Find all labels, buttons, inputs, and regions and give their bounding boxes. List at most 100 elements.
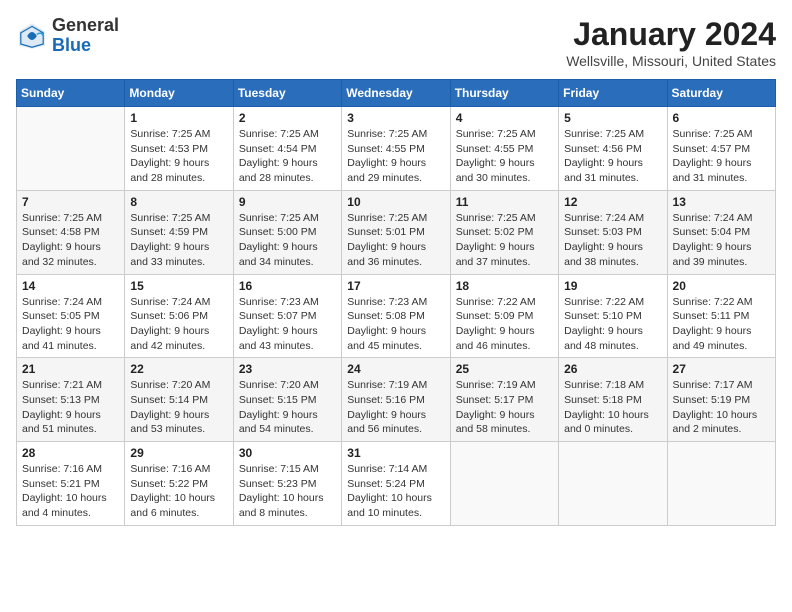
day-number: 11 [456, 195, 553, 209]
day-info: Sunrise: 7:20 AMSunset: 5:14 PMDaylight:… [130, 378, 227, 437]
calendar-cell: 31Sunrise: 7:14 AMSunset: 5:24 PMDayligh… [342, 442, 450, 526]
day-number: 12 [564, 195, 661, 209]
day-info: Sunrise: 7:24 AMSunset: 5:03 PMDaylight:… [564, 211, 661, 270]
calendar-cell: 15 Sunrise: 7:24 AMSunset: 5:06 PMDayligh… [125, 274, 233, 358]
calendar-cell: 22 Sunrise: 7:20 AMSunset: 5:14 PMDayligh… [125, 358, 233, 442]
day-info: Sunrise: 7:17 AMSunset: 5:19 PMDaylight:… [673, 378, 770, 437]
calendar-cell [450, 442, 558, 526]
calendar-cell: 25 Sunrise: 7:19 AMSunset: 5:17 PMDayligh… [450, 358, 558, 442]
header-tuesday: Tuesday [233, 80, 341, 107]
day-number: 29 [130, 446, 227, 460]
week-row-3: 14 Sunrise: 7:24 AMSunset: 5:05 PMDayligh… [17, 274, 776, 358]
day-info: Sunrise: 7:25 AMSunset: 4:54 PMDaylight:… [239, 127, 336, 186]
calendar-cell [667, 442, 775, 526]
day-number: 10 [347, 195, 444, 209]
calendar-cell: 19 Sunrise: 7:22 AMSunset: 5:10 PMDayligh… [559, 274, 667, 358]
logo-icon [16, 20, 48, 52]
day-number: 27 [673, 362, 770, 376]
logo: General Blue [16, 16, 119, 56]
calendar-cell: 1Sunrise: 7:25 AMSunset: 4:53 PMDaylight… [125, 107, 233, 191]
title-block: January 2024 Wellsville, Missouri, Unite… [566, 16, 776, 69]
day-number: 6 [673, 111, 770, 125]
day-info: Sunrise: 7:25 AMSunset: 5:00 PMDaylight:… [239, 211, 336, 270]
day-info: Sunrise: 7:25 AMSunset: 4:55 PMDaylight:… [456, 127, 553, 186]
week-row-1: 1Sunrise: 7:25 AMSunset: 4:53 PMDaylight… [17, 107, 776, 191]
calendar-cell: 28 Sunrise: 7:16 AMSunset: 5:21 PMDayligh… [17, 442, 125, 526]
calendar-cell: 27 Sunrise: 7:17 AMSunset: 5:19 PMDayligh… [667, 358, 775, 442]
calendar-cell: 10 Sunrise: 7:25 AMSunset: 5:01 PMDayligh… [342, 190, 450, 274]
day-number: 9 [239, 195, 336, 209]
calendar-cell: 26Sunrise: 7:18 AMSunset: 5:18 PMDayligh… [559, 358, 667, 442]
day-info: Sunrise: 7:22 AMSunset: 5:10 PMDaylight:… [564, 295, 661, 354]
day-info: Sunrise: 7:19 AMSunset: 5:17 PMDaylight:… [456, 378, 553, 437]
calendar-cell: 11 Sunrise: 7:25 AMSunset: 5:02 PMDayligh… [450, 190, 558, 274]
day-number: 30 [239, 446, 336, 460]
day-info: Sunrise: 7:23 AMSunset: 5:08 PMDaylight:… [347, 295, 444, 354]
day-info: Sunrise: 7:14 AMSunset: 5:24 PMDaylight:… [347, 462, 444, 521]
calendar-cell: 4 Sunrise: 7:25 AMSunset: 4:55 PMDaylight… [450, 107, 558, 191]
day-number: 15 [130, 279, 227, 293]
day-number: 21 [22, 362, 119, 376]
day-info: Sunrise: 7:16 AMSunset: 5:21 PMDaylight:… [22, 462, 119, 521]
week-row-4: 21 Sunrise: 7:21 AMSunset: 5:13 PMDayligh… [17, 358, 776, 442]
day-number: 16 [239, 279, 336, 293]
calendar-cell: 18Sunrise: 7:22 AMSunset: 5:09 PMDayligh… [450, 274, 558, 358]
day-info: Sunrise: 7:25 AMSunset: 4:56 PMDaylight:… [564, 127, 661, 186]
calendar-cell: 13 Sunrise: 7:24 AMSunset: 5:04 PMDayligh… [667, 190, 775, 274]
calendar-cell: 8Sunrise: 7:25 AMSunset: 4:59 PMDaylight… [125, 190, 233, 274]
day-number: 28 [22, 446, 119, 460]
calendar-cell: 12 Sunrise: 7:24 AMSunset: 5:03 PMDayligh… [559, 190, 667, 274]
page-header: General Blue January 2024 Wellsville, Mi… [16, 16, 776, 69]
day-info: Sunrise: 7:20 AMSunset: 5:15 PMDaylight:… [239, 378, 336, 437]
logo-blue-text: Blue [52, 35, 91, 55]
day-info: Sunrise: 7:25 AMSunset: 5:02 PMDaylight:… [456, 211, 553, 270]
day-number: 24 [347, 362, 444, 376]
week-row-2: 7Sunrise: 7:25 AMSunset: 4:58 PMDaylight… [17, 190, 776, 274]
calendar-table: SundayMondayTuesdayWednesdayThursdayFrid… [16, 79, 776, 526]
calendar-header-row: SundayMondayTuesdayWednesdayThursdayFrid… [17, 80, 776, 107]
calendar-cell: 3 Sunrise: 7:25 AMSunset: 4:55 PMDaylight… [342, 107, 450, 191]
day-info: Sunrise: 7:24 AMSunset: 5:06 PMDaylight:… [130, 295, 227, 354]
day-number: 18 [456, 279, 553, 293]
header-friday: Friday [559, 80, 667, 107]
day-number: 25 [456, 362, 553, 376]
day-number: 3 [347, 111, 444, 125]
logo-general-text: General [52, 15, 119, 35]
header-sunday: Sunday [17, 80, 125, 107]
day-number: 17 [347, 279, 444, 293]
day-info: Sunrise: 7:15 AMSunset: 5:23 PMDaylight:… [239, 462, 336, 521]
day-info: Sunrise: 7:16 AMSunset: 5:22 PMDaylight:… [130, 462, 227, 521]
calendar-cell: 14 Sunrise: 7:24 AMSunset: 5:05 PMDayligh… [17, 274, 125, 358]
day-info: Sunrise: 7:19 AMSunset: 5:16 PMDaylight:… [347, 378, 444, 437]
calendar-cell: 2Sunrise: 7:25 AMSunset: 4:54 PMDaylight… [233, 107, 341, 191]
day-number: 20 [673, 279, 770, 293]
day-info: Sunrise: 7:25 AMSunset: 4:53 PMDaylight:… [130, 127, 227, 186]
calendar-cell: 6 Sunrise: 7:25 AMSunset: 4:57 PMDaylight… [667, 107, 775, 191]
day-info: Sunrise: 7:23 AMSunset: 5:07 PMDaylight:… [239, 295, 336, 354]
day-info: Sunrise: 7:24 AMSunset: 5:04 PMDaylight:… [673, 211, 770, 270]
calendar-cell: 21 Sunrise: 7:21 AMSunset: 5:13 PMDayligh… [17, 358, 125, 442]
calendar-title: January 2024 [566, 16, 776, 53]
day-number: 4 [456, 111, 553, 125]
day-info: Sunrise: 7:25 AMSunset: 4:57 PMDaylight:… [673, 127, 770, 186]
header-thursday: Thursday [450, 80, 558, 107]
day-number: 7 [22, 195, 119, 209]
day-info: Sunrise: 7:25 AMSunset: 5:01 PMDaylight:… [347, 211, 444, 270]
calendar-cell: 5 Sunrise: 7:25 AMSunset: 4:56 PMDaylight… [559, 107, 667, 191]
day-number: 19 [564, 279, 661, 293]
day-number: 5 [564, 111, 661, 125]
day-info: Sunrise: 7:21 AMSunset: 5:13 PMDaylight:… [22, 378, 119, 437]
day-number: 14 [22, 279, 119, 293]
calendar-cell: 7Sunrise: 7:25 AMSunset: 4:58 PMDaylight… [17, 190, 125, 274]
calendar-cell [17, 107, 125, 191]
day-info: Sunrise: 7:25 AMSunset: 4:59 PMDaylight:… [130, 211, 227, 270]
calendar-cell [559, 442, 667, 526]
calendar-cell: 9 Sunrise: 7:25 AMSunset: 5:00 PMDaylight… [233, 190, 341, 274]
day-info: Sunrise: 7:25 AMSunset: 4:55 PMDaylight:… [347, 127, 444, 186]
day-number: 26 [564, 362, 661, 376]
day-number: 13 [673, 195, 770, 209]
day-info: Sunrise: 7:24 AMSunset: 5:05 PMDaylight:… [22, 295, 119, 354]
day-number: 22 [130, 362, 227, 376]
calendar-cell: 17 Sunrise: 7:23 AMSunset: 5:08 PMDayligh… [342, 274, 450, 358]
calendar-cell: 23Sunrise: 7:20 AMSunset: 5:15 PMDayligh… [233, 358, 341, 442]
